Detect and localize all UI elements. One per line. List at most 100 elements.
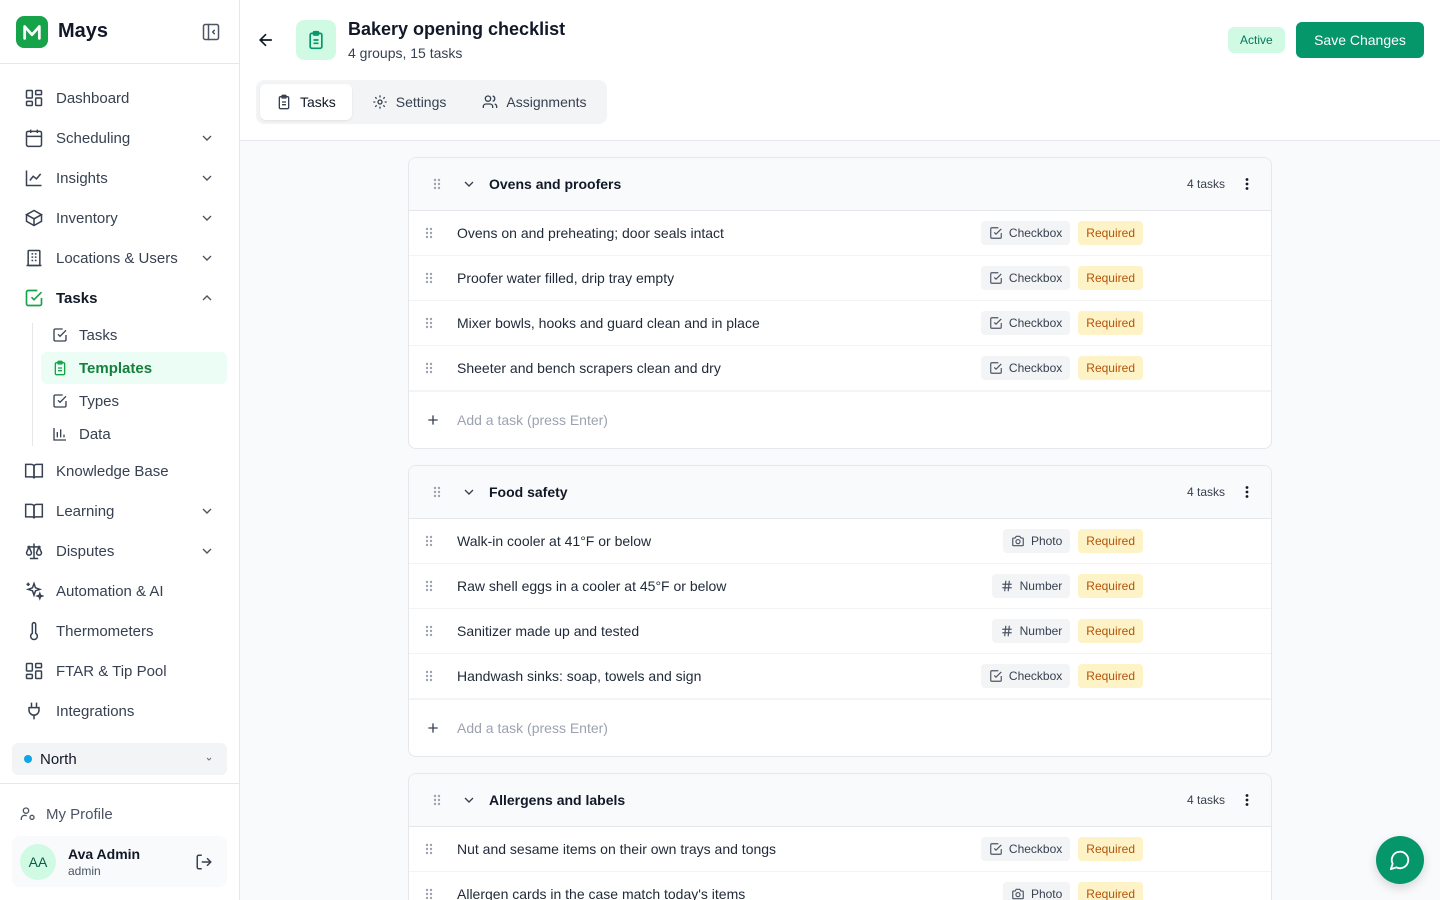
task-name[interactable]: Proofer water filled, drip tray empty [457, 270, 674, 286]
task-type-chip[interactable]: Photo [1002, 529, 1071, 553]
task-name[interactable]: Handwash sinks: soap, towels and sign [457, 668, 701, 684]
drag-handle-icon[interactable] [421, 578, 437, 594]
chevron-down-icon[interactable] [461, 484, 477, 500]
mays-logo-icon[interactable] [16, 15, 48, 48]
required-badge[interactable]: Required [1078, 882, 1143, 900]
sidebar-collapse-icon[interactable] [199, 20, 223, 44]
plus-icon[interactable] [425, 412, 441, 428]
tab-tasks[interactable]: Tasks [260, 84, 352, 120]
box-icon [24, 209, 44, 227]
task-name[interactable]: Mixer bowls, hooks and guard clean and i… [457, 315, 760, 331]
add-task-input[interactable] [457, 412, 857, 428]
sidebar-item-scheduling[interactable]: Scheduling [0, 118, 239, 158]
sidebar-item-thermometers[interactable]: Thermometers [0, 611, 239, 651]
task-name[interactable]: Nut and sesame items on their own trays … [457, 841, 776, 857]
task-type-chip[interactable]: Number [991, 619, 1071, 643]
sidebar-item-tasks[interactable]: Tasks [0, 278, 239, 318]
drag-handle-icon[interactable] [421, 315, 437, 331]
required-badge[interactable]: Required [1078, 266, 1143, 290]
task-row[interactable]: Sheeter and bench scrapers clean and dry… [409, 346, 1271, 391]
task-name[interactable]: Allergen cards in the case match today's… [457, 886, 745, 900]
chat-button[interactable] [1376, 836, 1424, 884]
task-type-chip[interactable]: Checkbox [980, 266, 1071, 290]
task-row[interactable]: Sanitizer made up and tested Number Requ… [409, 609, 1271, 654]
task-type-chip[interactable]: Checkbox [980, 837, 1071, 861]
sidebar-item-learning[interactable]: Learning [0, 491, 239, 531]
group-name[interactable]: Ovens and proofers [489, 176, 621, 192]
sidebar-item-label: Knowledge Base [56, 462, 169, 480]
task-name[interactable]: Walk-in cooler at 41°F or below [457, 533, 651, 549]
sidebar-item-automation-ai[interactable]: Automation & AI [0, 571, 239, 611]
save-changes-button[interactable]: Save Changes [1296, 22, 1424, 58]
task-type-chip[interactable]: Number [991, 574, 1071, 598]
sidebar-subitem-templates[interactable]: Templates [41, 352, 227, 384]
drag-handle-icon[interactable] [421, 623, 437, 639]
required-badge[interactable]: Required [1078, 664, 1143, 688]
sidebar-item-ftar-tip-pool[interactable]: FTAR & Tip Pool [0, 651, 239, 691]
sidebar-item-disputes[interactable]: Disputes [0, 531, 239, 571]
add-task-input[interactable] [457, 720, 857, 736]
page-header: Bakery opening checklist 4 groups, 15 ta… [240, 0, 1440, 141]
drag-handle-icon[interactable] [421, 886, 437, 900]
chevron-down-icon[interactable] [461, 792, 477, 808]
page-subtitle: 4 groups, 15 tasks [348, 45, 463, 61]
task-row[interactable]: Proofer water filled, drip tray empty Ch… [409, 256, 1271, 301]
task-row[interactable]: Ovens on and preheating; door seals inta… [409, 211, 1271, 256]
drag-handle-icon[interactable] [421, 668, 437, 684]
task-row[interactable]: Mixer bowls, hooks and guard clean and i… [409, 301, 1271, 346]
task-row[interactable]: Raw shell eggs in a cooler at 45°F or be… [409, 564, 1271, 609]
task-type-chip[interactable]: Checkbox [980, 221, 1071, 245]
sidebar-item-inventory[interactable]: Inventory [0, 198, 239, 238]
drag-handle-icon[interactable] [421, 841, 437, 857]
user-cog-icon [20, 807, 35, 820]
task-type-chip[interactable]: Photo [1002, 882, 1071, 900]
my-profile-link[interactable]: My Profile [20, 802, 113, 826]
task-type-chip[interactable]: Checkbox [980, 356, 1071, 380]
sidebar-subitem-types[interactable]: Types [41, 385, 227, 417]
sidebar-item-dashboard[interactable]: Dashboard [0, 78, 239, 118]
sidebar-subitem-tasks[interactable]: Tasks [41, 319, 227, 351]
tab-settings[interactable]: Settings [356, 84, 463, 120]
task-name[interactable]: Sheeter and bench scrapers clean and dry [457, 360, 721, 376]
logout-icon[interactable] [195, 853, 213, 871]
more-vertical-icon[interactable] [1239, 484, 1255, 500]
camera-icon [1012, 888, 1024, 900]
sidebar-item-locations-users[interactable]: Locations & Users [0, 238, 239, 278]
drag-handle-icon[interactable] [429, 792, 445, 808]
task-name[interactable]: Sanitizer made up and tested [457, 623, 639, 639]
task-row[interactable]: Handwash sinks: soap, towels and sign Ch… [409, 654, 1271, 699]
drag-handle-icon[interactable] [421, 533, 437, 549]
sidebar-item-integrations[interactable]: Integrations [0, 691, 239, 731]
group-name[interactable]: Food safety [489, 484, 568, 500]
task-type-chip[interactable]: Checkbox [980, 664, 1071, 688]
sidebar-item-insights[interactable]: Insights [0, 158, 239, 198]
drag-handle-icon[interactable] [421, 225, 437, 241]
required-badge[interactable]: Required [1078, 356, 1143, 380]
location-selector[interactable]: North [12, 743, 227, 775]
group-name[interactable]: Allergens and labels [489, 792, 625, 808]
task-row[interactable]: Walk-in cooler at 41°F or below Photo Re… [409, 519, 1271, 564]
drag-handle-icon[interactable] [421, 360, 437, 376]
back-arrow-icon[interactable] [256, 30, 276, 50]
required-badge[interactable]: Required [1078, 311, 1143, 335]
tab-assignments[interactable]: Assignments [466, 84, 602, 120]
sidebar-subitem-data[interactable]: Data [41, 418, 227, 450]
drag-handle-icon[interactable] [429, 176, 445, 192]
required-badge[interactable]: Required [1078, 619, 1143, 643]
more-vertical-icon[interactable] [1239, 792, 1255, 808]
required-badge[interactable]: Required [1078, 574, 1143, 598]
drag-handle-icon[interactable] [429, 484, 445, 500]
sidebar-item-knowledge-base[interactable]: Knowledge Base [0, 451, 239, 491]
required-badge[interactable]: Required [1078, 837, 1143, 861]
drag-handle-icon[interactable] [421, 270, 437, 286]
task-name[interactable]: Raw shell eggs in a cooler at 45°F or be… [457, 578, 726, 594]
chevron-down-icon[interactable] [461, 176, 477, 192]
required-badge[interactable]: Required [1078, 221, 1143, 245]
required-badge[interactable]: Required [1078, 529, 1143, 553]
task-type-chip[interactable]: Checkbox [980, 311, 1071, 335]
task-row[interactable]: Allergen cards in the case match today's… [409, 872, 1271, 900]
task-row[interactable]: Nut and sesame items on their own trays … [409, 827, 1271, 872]
task-name[interactable]: Ovens on and preheating; door seals inta… [457, 225, 724, 241]
more-vertical-icon[interactable] [1239, 176, 1255, 192]
plus-icon[interactable] [425, 720, 441, 736]
